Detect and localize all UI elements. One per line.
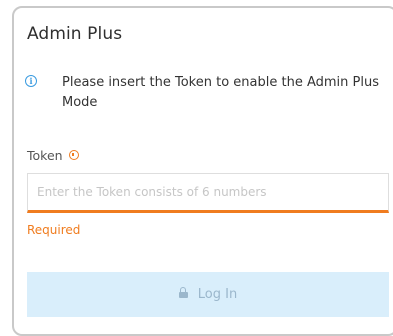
admin-plus-dialog: Admin Plus i Please insert the Token to … <box>12 6 393 336</box>
token-label: Token <box>27 148 63 163</box>
token-input[interactable] <box>28 174 388 210</box>
login-button[interactable]: Log In <box>27 272 389 317</box>
validation-message: Required <box>27 223 81 237</box>
login-button-label: Log In <box>197 287 238 302</box>
required-indicator-icon <box>68 150 79 160</box>
token-field[interactable] <box>27 173 389 213</box>
dialog-title: Admin Plus <box>27 24 123 44</box>
token-label-row: Token <box>27 148 79 163</box>
info-icon: i <box>25 75 37 87</box>
info-message: Please insert the Token to enable the Ad… <box>62 75 379 110</box>
lock-icon <box>178 287 188 298</box>
